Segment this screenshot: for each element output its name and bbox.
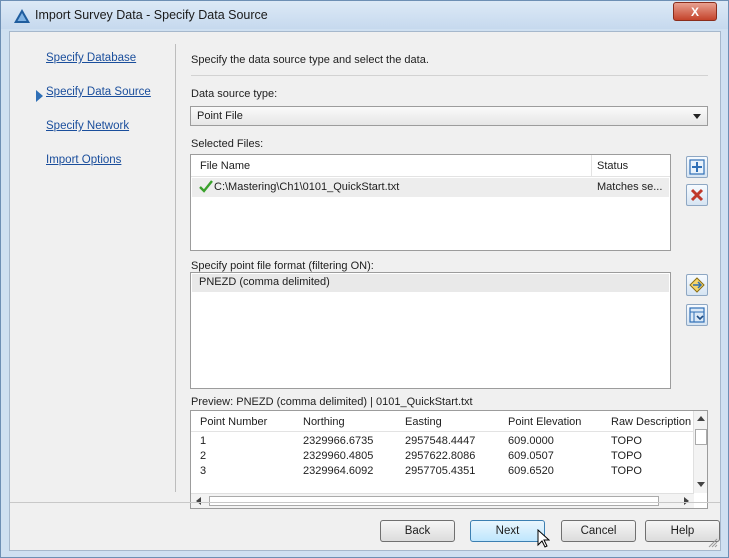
vertical-scrollbar[interactable] — [693, 411, 707, 493]
close-icon: X — [690, 4, 699, 19]
current-step-arrow-icon — [36, 90, 43, 102]
source-type-dropdown[interactable]: Point File — [190, 106, 708, 126]
edit-format-button[interactable] — [686, 304, 708, 326]
column-header-status[interactable]: Status — [597, 160, 628, 172]
point-number-cell: 3 — [200, 465, 207, 477]
table-row: 3 2329964.6092 2957705.4351 609.6520 TOP… — [191, 465, 694, 479]
nav-import-options[interactable]: Import Options — [46, 154, 121, 166]
horizontal-scrollbar[interactable] — [191, 493, 694, 508]
instruction-text: Specify the data source type and select … — [191, 54, 429, 66]
point-number-cell: 2 — [200, 450, 207, 462]
scroll-down-icon[interactable] — [697, 482, 705, 487]
file-name-cell: C:\Mastering\Ch1\0101_QuickStart.txt — [214, 181, 400, 193]
chevron-down-icon — [693, 114, 701, 119]
window-title: Import Survey Data - Specify Data Source — [35, 8, 268, 22]
column-header-northing[interactable]: Northing — [303, 416, 345, 428]
column-header-point-number[interactable]: Point Number — [200, 416, 267, 428]
elevation-cell: 609.0000 — [508, 435, 554, 447]
format-item-label: PNEZD (comma delimited) — [199, 276, 330, 288]
add-files-icon — [689, 159, 705, 175]
nav-specify-database[interactable]: Specify Database — [46, 52, 136, 64]
northing-cell: 2329966.6735 — [303, 435, 374, 447]
nav-specify-network[interactable]: Specify Network — [46, 120, 129, 132]
easting-cell: 2957705.4351 — [405, 465, 476, 477]
civil3d-app-icon — [14, 9, 30, 23]
column-header-easting[interactable]: Easting — [405, 416, 442, 428]
vertical-scroll-thumb[interactable] — [695, 429, 707, 445]
description-cell: TOPO — [611, 435, 642, 447]
easting-cell: 2957622.8086 — [405, 450, 476, 462]
column-header-raw-description[interactable]: Raw Description — [611, 416, 691, 428]
format-label: Specify point file format (filtering ON)… — [191, 260, 374, 272]
source-type-value: Point File — [197, 110, 243, 122]
column-header-point-elevation[interactable]: Point Elevation — [508, 416, 581, 428]
manage-formats-button[interactable] — [686, 274, 708, 296]
description-cell: TOPO — [611, 465, 642, 477]
import-survey-data-dialog: Import Survey Data - Specify Data Source… — [0, 0, 729, 558]
preview-label: Preview: PNEZD (comma delimited) | 0101_… — [191, 396, 473, 408]
easting-cell: 2957548.4447 — [405, 435, 476, 447]
resize-grip-icon[interactable] — [708, 538, 718, 548]
selected-files-label: Selected Files: — [191, 138, 264, 150]
northing-cell: 2329964.6092 — [303, 465, 374, 477]
mouse-pointer-icon — [537, 529, 550, 548]
table-row[interactable]: C:\Mastering\Ch1\0101_QuickStart.txt Mat… — [192, 178, 669, 197]
dialog-body: Specify Database Specify Data Source Spe… — [9, 31, 721, 551]
next-button[interactable]: Next — [470, 520, 545, 542]
northing-cell: 2329960.4805 — [303, 450, 374, 462]
elevation-cell: 609.6520 — [508, 465, 554, 477]
check-icon — [199, 180, 213, 193]
format-manager-icon — [689, 277, 705, 293]
preview-table[interactable]: Point Number Northing Easting Point Elev… — [190, 410, 708, 509]
horizontal-scroll-thumb[interactable] — [209, 496, 659, 506]
list-item[interactable]: PNEZD (comma delimited) — [192, 274, 669, 292]
instruction-separator — [191, 75, 708, 76]
remove-file-button[interactable] — [686, 184, 708, 206]
column-header-file-name[interactable]: File Name — [200, 160, 250, 172]
table-edit-icon — [689, 307, 705, 323]
scroll-left-icon[interactable] — [196, 497, 201, 505]
table-row: 1 2329966.6735 2957548.4447 609.0000 TOP… — [191, 435, 694, 449]
files-table-header: File Name Status — [191, 155, 670, 177]
file-status-cell: Matches se... — [597, 181, 663, 193]
point-number-cell: 1 — [200, 435, 207, 447]
preview-table-header: Point Number Northing Easting Point Elev… — [191, 411, 694, 432]
back-button[interactable]: Back — [380, 520, 455, 542]
nav-divider — [175, 44, 176, 492]
elevation-cell: 609.0507 — [508, 450, 554, 462]
footer-separator — [10, 502, 720, 503]
close-button[interactable]: X — [673, 2, 717, 21]
scroll-right-icon[interactable] — [684, 497, 689, 505]
table-row: 2 2329960.4805 2957622.8086 609.0507 TOP… — [191, 450, 694, 464]
nav-specify-data-source[interactable]: Specify Data Source — [46, 86, 151, 98]
scroll-up-icon[interactable] — [697, 416, 705, 421]
wizard-nav: Specify Database Specify Data Source Spe… — [10, 32, 175, 502]
title-bar[interactable]: Import Survey Data - Specify Data Source… — [1, 1, 728, 29]
source-type-label: Data source type: — [191, 88, 278, 100]
delete-icon — [690, 188, 704, 202]
point-file-format-list[interactable]: PNEZD (comma delimited) — [190, 272, 671, 389]
cancel-button[interactable]: Cancel — [561, 520, 636, 542]
description-cell: TOPO — [611, 450, 642, 462]
add-files-button[interactable] — [686, 156, 708, 178]
selected-files-list[interactable]: File Name Status C:\Mastering\Ch1\0101_Q… — [190, 154, 671, 251]
